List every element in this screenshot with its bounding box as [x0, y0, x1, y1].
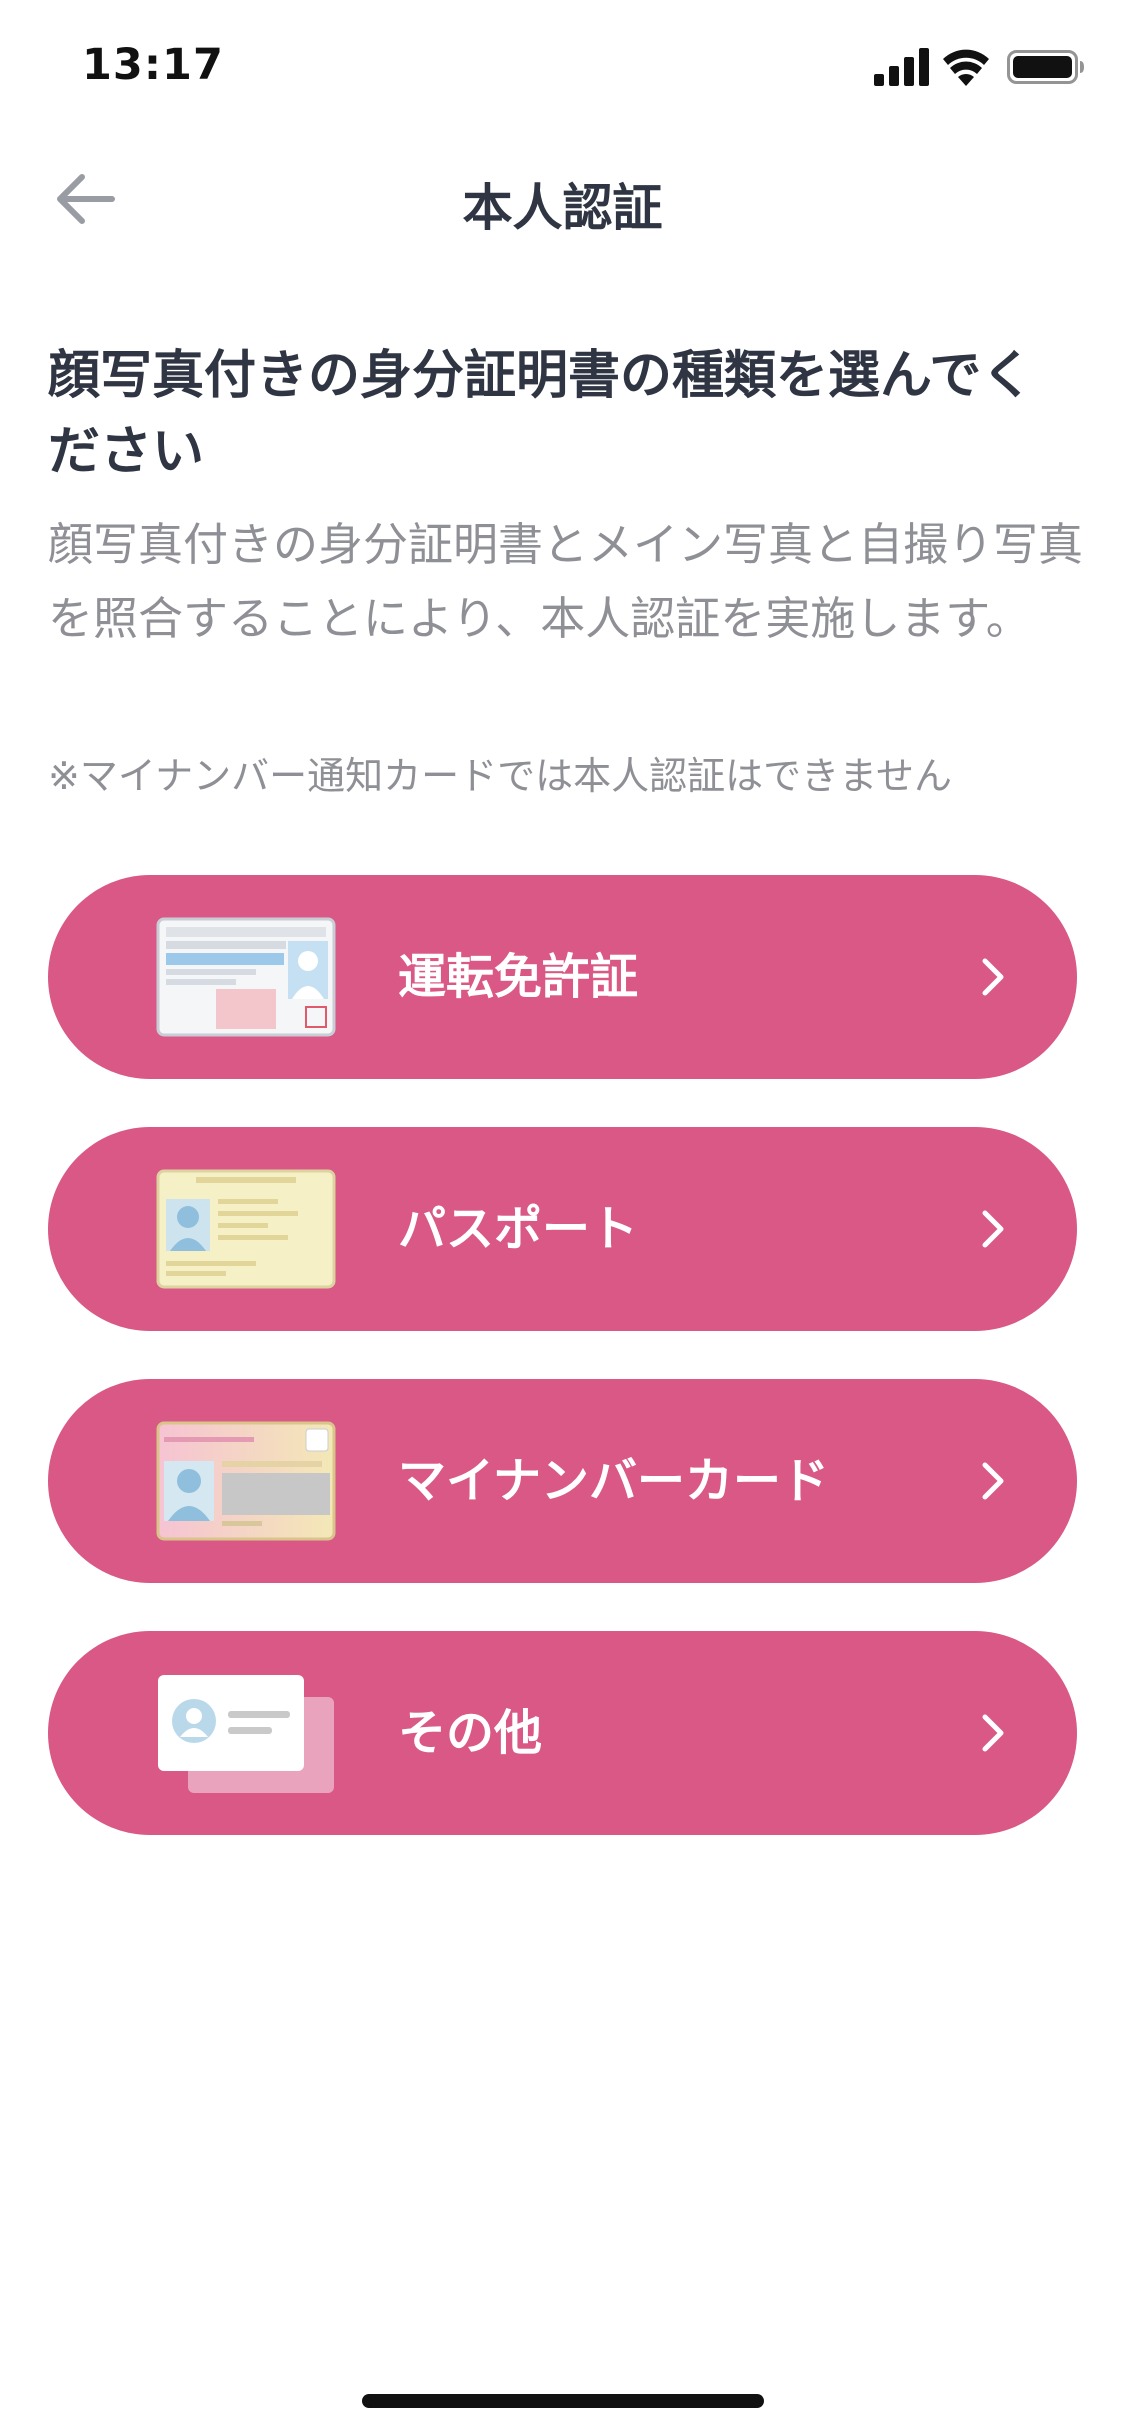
chevron-right-icon	[982, 1462, 1004, 1500]
chevron-right-icon	[982, 1210, 1004, 1248]
option-drivers-license[interactable]: 運転免許証	[48, 875, 1077, 1079]
home-indicator[interactable]	[362, 2394, 764, 2408]
section-description: 顔写真付きの身分証明書とメイン写真と自撮り写真を照合することにより、本人認証を実…	[48, 518, 1084, 645]
notice-text: ※マイナンバー通知カードでは本人認証はできません	[48, 754, 952, 798]
identity-verification-screen: 13:17 本人認証 顔写真付きの身分証明書の種類を選んでください 顔写真付きの…	[0, 0, 1125, 2436]
signal-icon	[874, 48, 929, 86]
status-time: 13:17	[82, 40, 224, 90]
chevron-right-icon	[982, 1714, 1004, 1752]
chevron-right-icon	[982, 958, 1004, 996]
option-label: 運転免許証	[398, 949, 639, 1005]
battery-icon	[1007, 50, 1084, 84]
option-passport[interactable]: パスポート	[48, 1127, 1077, 1331]
option-my-number-card[interactable]: マイナンバーカード	[48, 1379, 1077, 1583]
wifi-icon	[943, 49, 989, 86]
navigation-bar: 本人認証	[0, 140, 1125, 260]
drivers-license-icon	[156, 917, 336, 1037]
option-other[interactable]: その他	[48, 1631, 1077, 1835]
option-label: パスポート	[398, 1201, 639, 1257]
page-title: 本人認証	[462, 179, 663, 237]
option-label: マイナンバーカード	[398, 1453, 830, 1509]
id-type-options: 運転免許証 パスポート マイナンバーカード その他	[48, 875, 1077, 1883]
status-icons	[825, 48, 1085, 92]
section-heading: 顔写真付きの身分証明書の種類を選んでください	[48, 346, 1034, 482]
generic-id-card-icon	[158, 1675, 334, 1793]
status-bar: 13:17	[0, 0, 1125, 140]
passport-icon	[156, 1169, 336, 1289]
option-label: その他	[398, 1705, 543, 1761]
my-number-card-icon	[156, 1421, 336, 1541]
